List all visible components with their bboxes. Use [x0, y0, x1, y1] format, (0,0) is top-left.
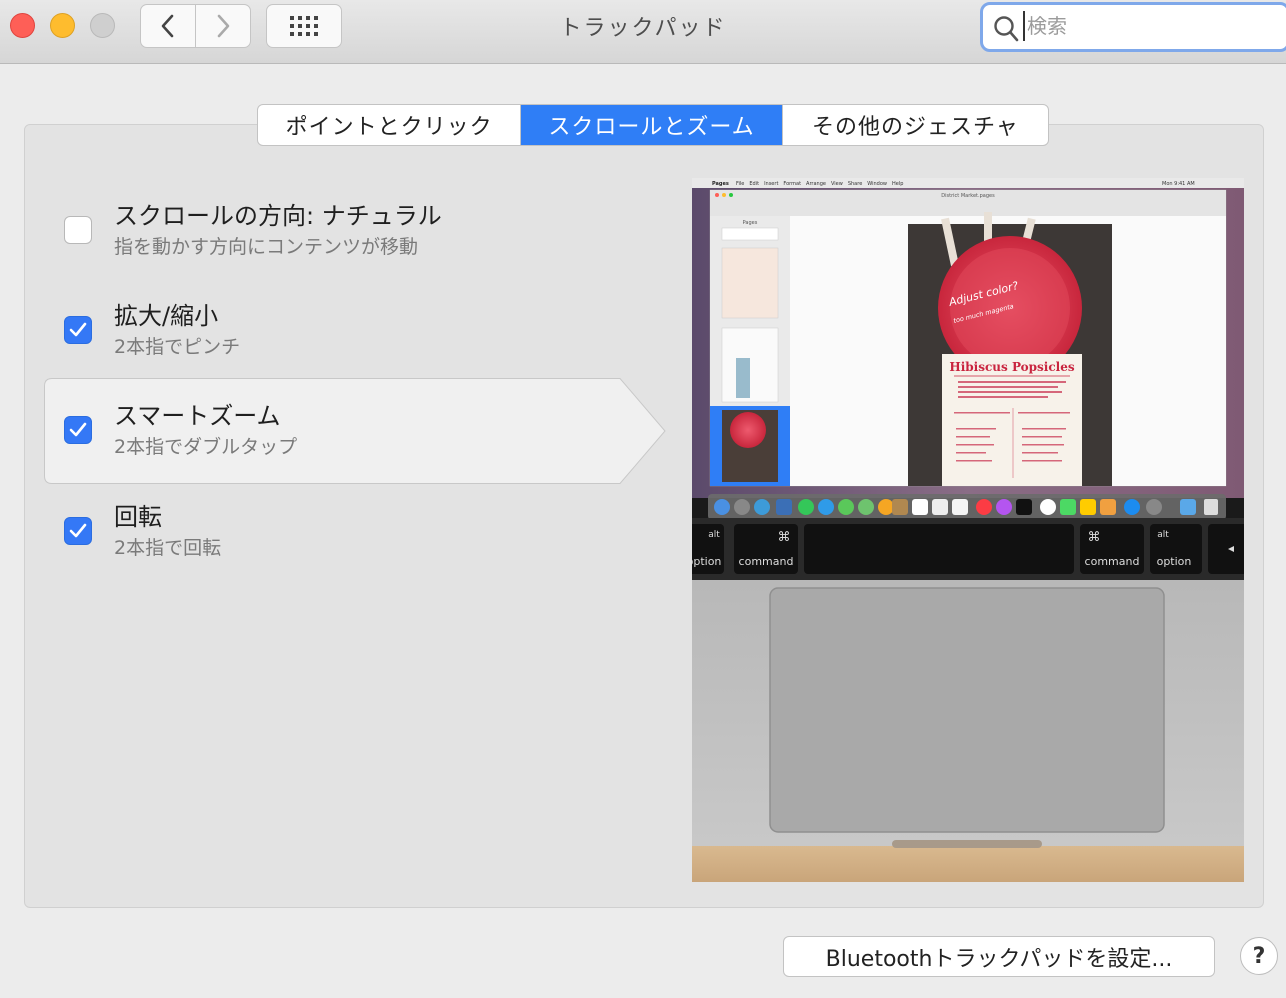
preview-document-title: District Market.pages [941, 193, 995, 199]
search-field[interactable] [980, 2, 1286, 52]
tab-more-gestures[interactable]: その他のジェスチャ [783, 105, 1048, 145]
tab-point-and-click[interactable]: ポイントとクリック [258, 105, 522, 145]
title-bar: トラックパッド [0, 0, 1286, 64]
preview-key-alt-left: alt [708, 530, 720, 540]
preview-key-option-left: option [692, 555, 721, 568]
preview-key-command-right: command [1085, 555, 1140, 568]
rotate-checkbox[interactable] [64, 517, 92, 545]
tab-scroll-and-zoom[interactable]: スクロールとズーム [521, 105, 783, 145]
preview-clock: Mon 9:41 AM [1162, 181, 1195, 187]
option-subtitle: 2本指でピンチ [114, 336, 241, 358]
selected-option-highlight [44, 378, 666, 484]
preview-sidebar-label: Pages [743, 220, 758, 226]
checkmark-icon [69, 523, 87, 538]
checkmark-icon [69, 422, 87, 437]
trackpad-surface [769, 587, 1165, 833]
search-icon [994, 16, 1019, 42]
preview-key-option-right: option [1157, 555, 1192, 568]
preview-key-cmd-symbol-right: ⌘ [1088, 530, 1101, 545]
preview-menu: Pages [712, 181, 729, 187]
gesture-preview-image: Pages File Edit Insert Format Arrange View Sha… [692, 178, 1244, 882]
search-input[interactable] [1023, 11, 1273, 41]
setup-bluetooth-trackpad-button[interactable]: Bluetoothトラックパッドを設定... [783, 936, 1215, 977]
option-title: 回転 [114, 503, 162, 531]
option-subtitle: 2本指で回転 [114, 537, 222, 559]
option-subtitle: 指を動かす方向にコンテンツが移動 [114, 236, 419, 258]
checkmark-icon [69, 322, 87, 337]
option-title: スクロールの方向: ナチュラル [114, 202, 442, 230]
smart-zoom-checkbox[interactable] [64, 416, 92, 444]
zoom-in-out-checkbox[interactable] [64, 316, 92, 344]
preview-key-cmd-symbol-left: ⌘ [778, 530, 791, 545]
help-button[interactable]: ? [1240, 937, 1278, 975]
laptop-illustration: Pages File Edit Insert Format Arrange View Sha… [692, 178, 1244, 882]
preview-key-alt-right: alt [1157, 530, 1169, 540]
option-subtitle: 2本指でダブルタップ [114, 436, 298, 458]
preview-key-command-left: command [739, 555, 794, 568]
tab-bar: ポイントとクリック スクロールとズーム その他のジェスチャ [257, 104, 1049, 146]
option-title: スマートズーム [114, 402, 281, 430]
natural-scroll-checkbox[interactable] [64, 216, 92, 244]
preview-poster-title: Hibiscus Popsicles [949, 360, 1074, 374]
option-title: 拡大/縮小 [114, 302, 219, 330]
